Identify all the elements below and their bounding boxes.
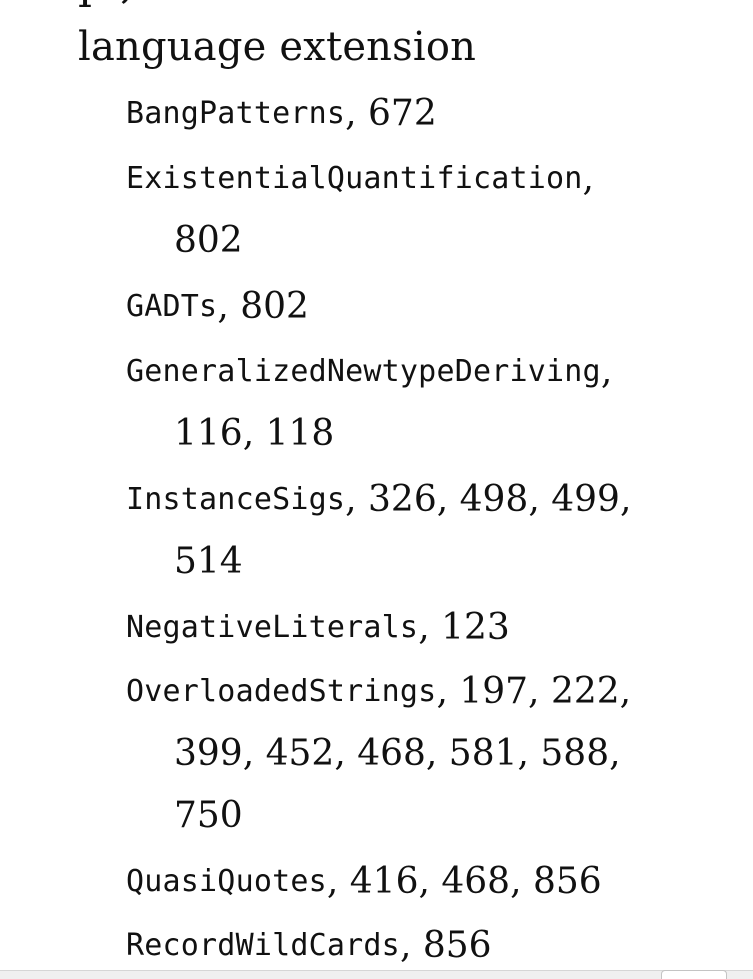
extension-name: BangPatterns: [126, 95, 346, 131]
page-numbers: , 197, 222,: [436, 670, 632, 712]
index-entry-overloadedstrings: OverloadedStrings, 197, 222, 399, 452, 4…: [126, 660, 726, 846]
index-heading: language extension: [78, 24, 477, 70]
extension-name: OverloadedStrings: [126, 673, 437, 709]
entry-continuation-line: 802: [126, 209, 726, 271]
page-numbers: , 123: [418, 606, 510, 648]
extension-name: InstanceSigs: [126, 481, 346, 517]
extension-name: RecordWildCards: [126, 927, 400, 963]
index-page: p , language extension BangPatterns, 672…: [0, 0, 753, 979]
index-entry-existentialquantification: ExistentialQuantification, 802: [126, 147, 726, 271]
partial-previous-entry: p ,: [78, 0, 134, 6]
extension-name: ExistentialQuantification: [126, 160, 583, 196]
page-numbers: , 672: [345, 92, 437, 134]
bottom-scroll-bar[interactable]: [0, 970, 753, 979]
extension-name: GADTs: [126, 288, 218, 324]
entry-line: BangPatterns, 672: [126, 82, 726, 144]
entry-continuation-line: 399, 452, 468, 581, 588,: [126, 722, 726, 784]
index-entry-quasiquotes: QuasiQuotes, 416, 468, 856: [126, 850, 726, 912]
entry-line: GeneralizedNewtypeDeriving,: [126, 340, 726, 402]
entry-line: ExistentialQuantification,: [126, 147, 726, 209]
index-entry-gadts: GADTs, 802: [126, 275, 726, 337]
page-numbers: 116, 118: [174, 412, 335, 454]
entry-continuation-line: 750: [126, 784, 726, 846]
page-numbers: ,: [582, 157, 594, 199]
index-entry-negativeliterals: NegativeLiterals, 123: [126, 596, 726, 658]
page-numbers: , 416, 468, 856: [326, 860, 602, 902]
page-numbers: 514: [174, 540, 243, 582]
entry-line: NegativeLiterals, 123: [126, 596, 726, 658]
entry-line: RecordWildCards, 856: [126, 914, 726, 976]
page-numbers: 802: [174, 219, 243, 261]
page-numbers: , 326, 498, 499,: [345, 478, 632, 520]
page-numbers: , 802: [217, 285, 309, 327]
index-entry-bangpatterns: BangPatterns, 672: [126, 82, 726, 144]
bottom-handle[interactable]: [661, 970, 727, 979]
entry-continuation-line: 514: [126, 530, 726, 592]
index-entry-instancesigs: InstanceSigs, 326, 498, 499, 514: [126, 468, 726, 592]
entry-line: QuasiQuotes, 416, 468, 856: [126, 850, 726, 912]
index-entry-generalizednewtypederiving: GeneralizedNewtypeDeriving, 116, 118: [126, 340, 726, 464]
page-numbers: , 856: [399, 924, 492, 966]
entry-line: OverloadedStrings, 197, 222,: [126, 660, 726, 722]
index-entry-recordwildcards: RecordWildCards, 856: [126, 914, 726, 976]
extension-name: NegativeLiterals: [126, 609, 419, 645]
page-numbers: ,: [600, 350, 613, 392]
page-numbers: 399, 452, 468, 581, 588,: [174, 732, 621, 774]
page-numbers: 750: [174, 794, 243, 836]
entry-line: InstanceSigs, 326, 498, 499,: [126, 468, 726, 530]
entry-line: GADTs, 802: [126, 275, 726, 337]
extension-name: GeneralizedNewtypeDeriving: [126, 353, 601, 389]
entry-continuation-line: 116, 118: [126, 402, 726, 464]
extension-name: QuasiQuotes: [126, 863, 327, 899]
